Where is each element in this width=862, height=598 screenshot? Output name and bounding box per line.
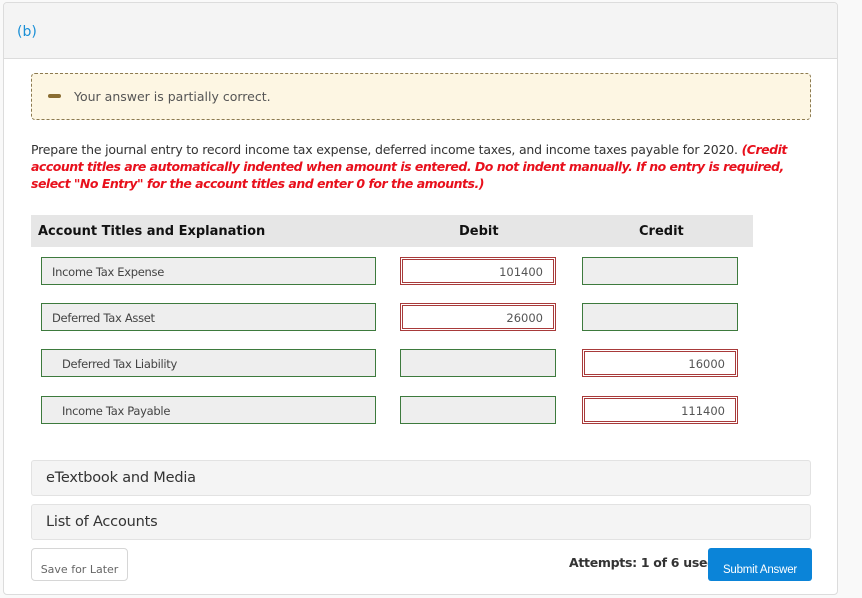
account-title-field[interactable]: Deferred Tax Asset: [41, 303, 376, 331]
list-of-accounts-accordion[interactable]: List of Accounts: [31, 504, 811, 540]
journal-row: Income Tax Payable 111400: [4, 396, 837, 424]
feedback-message: Your answer is partially correct.: [74, 89, 271, 104]
credit-amount-field[interactable]: [582, 257, 738, 285]
question-prompt: Prepare the journal entry to record inco…: [31, 141, 811, 192]
debit-amount-field[interactable]: 101400: [400, 257, 556, 285]
save-for-later-button[interactable]: Save for Later: [31, 548, 128, 581]
header-account: Account Titles and Explanation: [38, 224, 266, 239]
journal-row: Income Tax Expense 101400: [4, 257, 837, 285]
etextbook-accordion[interactable]: eTextbook and Media: [31, 460, 811, 496]
part-header: (b): [4, 3, 837, 59]
account-title-field[interactable]: Income Tax Expense: [41, 257, 376, 285]
account-title-field[interactable]: Income Tax Payable: [41, 396, 376, 424]
header-credit: Credit: [639, 224, 684, 239]
debit-amount-field[interactable]: [400, 396, 556, 424]
header-debit: Debit: [459, 224, 499, 239]
credit-amount-field[interactable]: 111400: [582, 396, 738, 424]
partial-dash-icon: [48, 94, 61, 98]
submit-answer-button[interactable]: Submit Answer: [708, 548, 812, 581]
attempts-counter: Attempts: 1 of 6 used: [569, 555, 716, 570]
journal-table-header: Account Titles and Explanation Debit Cre…: [31, 215, 753, 247]
debit-amount-field[interactable]: [400, 349, 556, 377]
question-card: (b) Your answer is partially correct. Pr…: [3, 2, 838, 595]
debit-amount-field[interactable]: 26000: [400, 303, 556, 331]
credit-amount-field[interactable]: 16000: [582, 349, 738, 377]
journal-row: Deferred Tax Asset 26000: [4, 303, 837, 331]
feedback-banner: Your answer is partially correct.: [31, 73, 811, 120]
prompt-text: Prepare the journal entry to record inco…: [31, 142, 742, 157]
journal-row: Deferred Tax Liability 16000: [4, 349, 837, 377]
credit-amount-field[interactable]: [582, 303, 738, 331]
account-title-field[interactable]: Deferred Tax Liability: [41, 349, 376, 377]
part-label: (b): [17, 24, 37, 40]
